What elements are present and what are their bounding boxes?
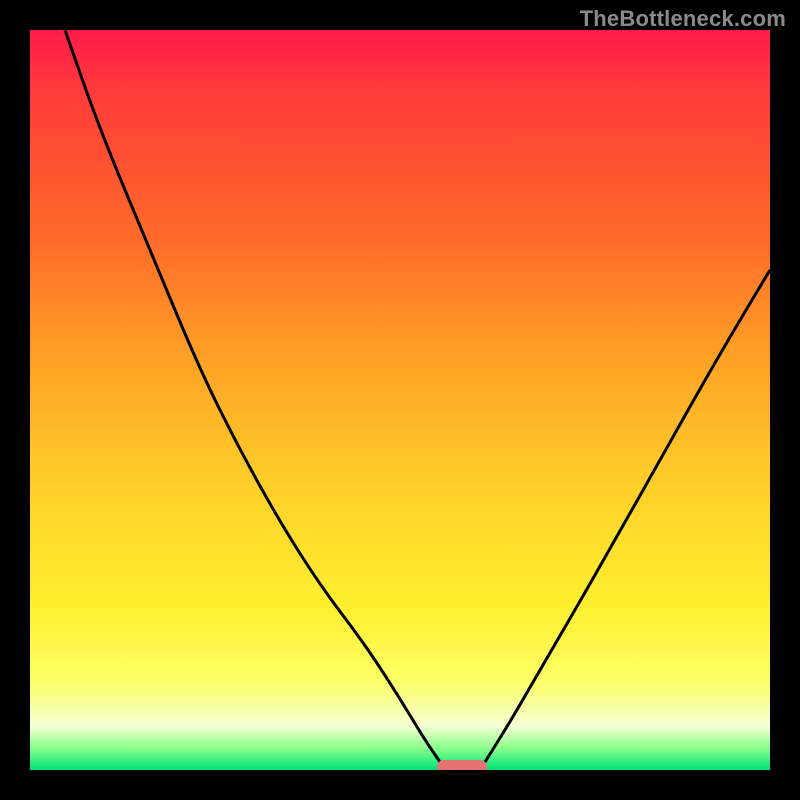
left-curve: [65, 30, 440, 762]
curve-svg: [30, 30, 770, 770]
bottleneck-marker: [437, 760, 487, 770]
chart-container: TheBottleneck.com: [0, 0, 800, 800]
plot-area: [30, 30, 770, 770]
watermark-label: TheBottleneck.com: [580, 6, 786, 32]
right-curve: [485, 270, 770, 762]
